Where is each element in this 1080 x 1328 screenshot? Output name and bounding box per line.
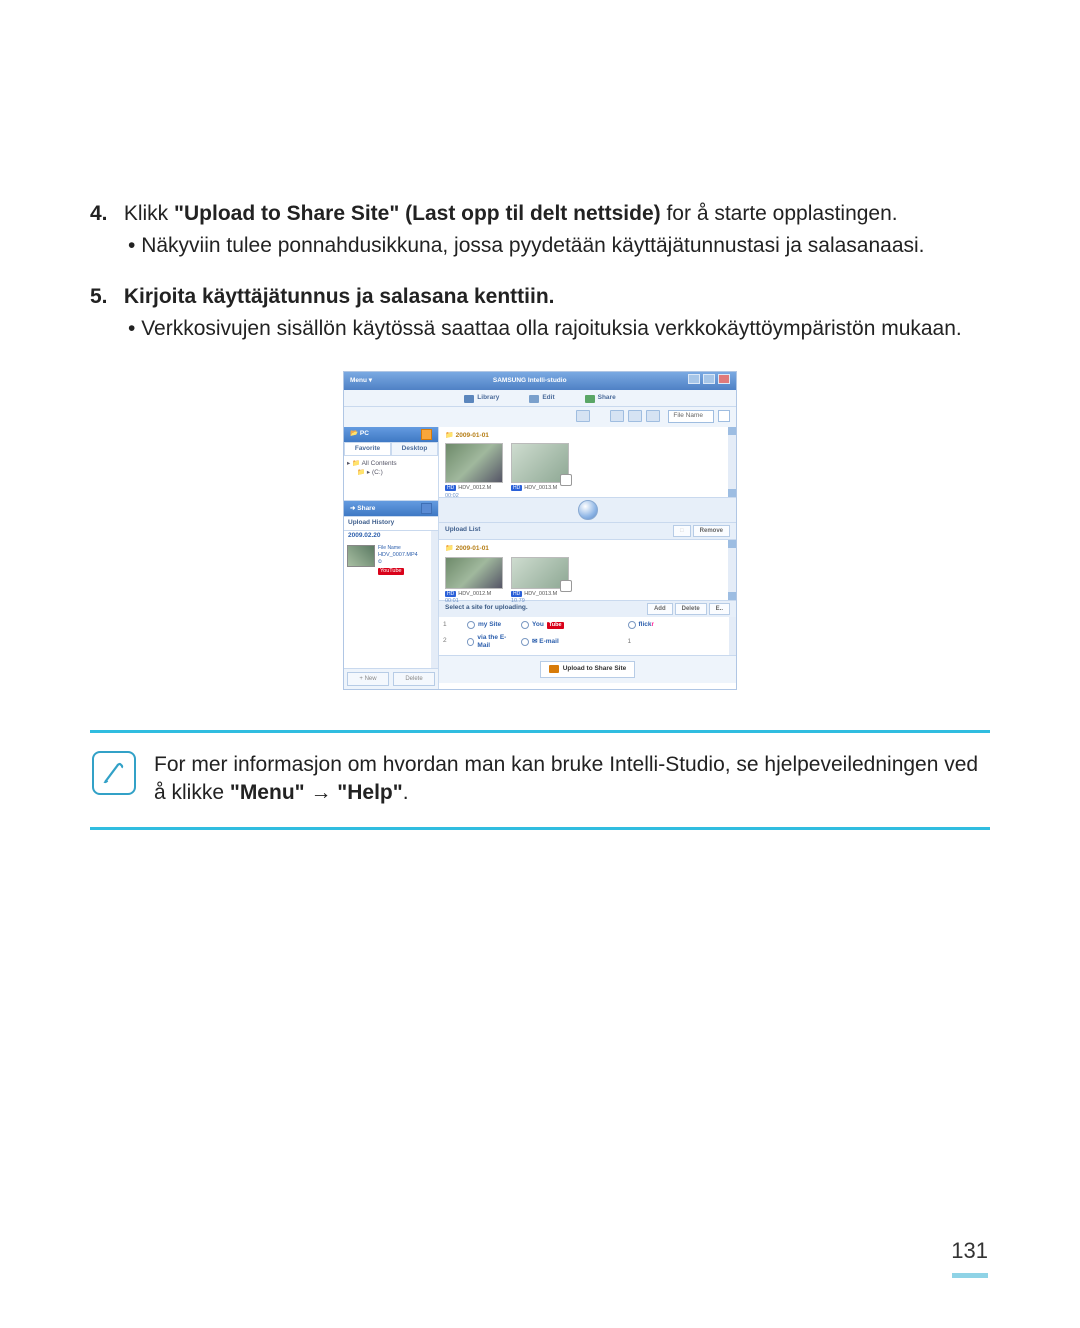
step-5-bullets: Verkkosivujen sisällön käytössä saattaa …	[90, 315, 990, 343]
site-radio-via-email[interactable]: via the E-Mail	[455, 634, 515, 652]
thumbnail[interactable]: HDHDV_0012.M 00:01	[445, 557, 503, 606]
thumbnail-icon	[347, 545, 375, 567]
titlebar: Menu ▾ SAMSUNG Intelli-studio	[344, 372, 736, 390]
step-4: 4. Klikk "Upload to Share Site" (Last op…	[90, 200, 990, 261]
step-5: 5. Kirjoita käyttäjätunnus ja salasana k…	[90, 283, 990, 344]
remove-button[interactable]: Remove	[693, 525, 730, 537]
library-icon	[464, 395, 474, 403]
step-body: Klikk "Upload to Share Site" (Last opp t…	[124, 202, 898, 225]
thumbnail[interactable]: HDHDV_0013.M 10.79	[511, 557, 569, 606]
upload-list: 2009-01-01 HDHDV_0012.M 00:01 HDHDV_0013…	[439, 540, 736, 600]
note-icon	[92, 751, 136, 795]
minimize-icon[interactable]	[688, 374, 700, 384]
delete-button[interactable]: Delete	[393, 672, 435, 686]
note-box: For mer informasjon om hvordan man kan b…	[90, 730, 990, 831]
folder-label: 2009-01-01	[445, 544, 730, 554]
upload-footer: Upload to Share Site	[439, 655, 736, 683]
collapse-icon[interactable]	[421, 503, 432, 514]
note-text: For mer informasjon om hvordan man kan b…	[154, 751, 990, 808]
upload-to-share-site-button[interactable]: Upload to Share Site	[540, 661, 636, 678]
site-options: 1 my Site YouTube flickr via the E-Mail …	[439, 617, 736, 655]
menu-dropdown[interactable]: Menu ▾	[350, 377, 372, 386]
maximize-icon[interactable]	[703, 374, 715, 384]
sidebar-share-header[interactable]: ➜ Share	[344, 501, 438, 516]
folder-tree[interactable]: ▸ 📁 All Contents 📁 ▸ (C:)	[344, 456, 438, 501]
thumbnail-image	[511, 557, 569, 589]
upload-history-title: Upload History	[344, 517, 438, 531]
upload-history-panel: Upload History 2009.02.20 File Name HDV_…	[344, 516, 438, 667]
app-screenshot: Menu ▾ SAMSUNG Intelli-studio Library Ed…	[343, 371, 737, 689]
sidebar-tab-desktop[interactable]: Desktop	[391, 442, 438, 457]
step-bold: "Upload to Share Site" (Last opp til del…	[174, 202, 661, 225]
site-radio-youtube[interactable]: YouTube	[521, 621, 622, 630]
site-radio-my-site[interactable]: my Site	[455, 621, 515, 630]
tab-share[interactable]: Share	[585, 394, 616, 403]
upload-icon	[549, 665, 559, 673]
instruction-steps: 4. Klikk "Upload to Share Site" (Last op…	[90, 200, 990, 343]
share-icon	[585, 395, 595, 403]
step-number: 4.	[90, 200, 118, 228]
collapse-icon[interactable]	[421, 429, 432, 440]
sidebar: 📂 PC Favorite Desktop ▸ 📁 All Contents 📁…	[344, 427, 439, 689]
bullet: Näkyviin tulee ponnahdusikkuna, jossa py…	[128, 232, 990, 260]
thumbnail-image	[511, 443, 569, 483]
tool-icon[interactable]	[646, 410, 660, 422]
scrollbar[interactable]	[728, 427, 736, 497]
site-radio-flickr[interactable]: flickr	[628, 621, 729, 630]
thumbnail-image	[445, 557, 503, 589]
youtube-badge: YouTube	[378, 568, 404, 575]
toolbar: File Name	[344, 407, 736, 427]
app-title: SAMSUNG Intelli-studio	[493, 377, 567, 386]
upload-list-header: Upload List □ Remove	[439, 523, 736, 540]
scrollbar[interactable]	[728, 540, 736, 600]
sidebar-tab-favorite[interactable]: Favorite	[344, 442, 391, 457]
share-round-button[interactable]	[578, 500, 598, 520]
scrollbar[interactable]	[729, 617, 736, 655]
share-panel-header	[439, 497, 736, 523]
history-date[interactable]: 2009.02.20	[344, 531, 438, 542]
chevron-down-icon[interactable]	[718, 410, 730, 422]
tool-icon[interactable]	[628, 410, 642, 422]
close-icon[interactable]	[718, 374, 730, 384]
sidebar-pc-header[interactable]: 📂 PC	[344, 427, 438, 442]
share-panel: Upload List □ Remove 2009-01-01 HDHDV_	[439, 497, 736, 683]
folder-label: 2009-01-01	[445, 431, 730, 441]
thumbnail-image	[445, 443, 503, 483]
page-number: 131	[951, 1238, 988, 1264]
thumbnail[interactable]: HDHDV_0012.M 00:02	[445, 443, 503, 500]
tab-library[interactable]: Library	[464, 394, 499, 403]
bullet: Verkkosivujen sisällön käytössä saattaa …	[128, 315, 990, 343]
mode-tabs: Library Edit Share	[344, 390, 736, 407]
tab-edit[interactable]: Edit	[529, 394, 554, 403]
main-panel: 2009-01-01 HDHDV_0012.M 00:02 HDHDV_0013…	[439, 427, 736, 689]
window-buttons	[687, 374, 730, 388]
scrollbar[interactable]	[431, 531, 438, 667]
step-bold: Kirjoita käyttäjätunnus ja salasana kent…	[124, 285, 555, 308]
sidebar-footer: + New Delete	[344, 668, 438, 689]
page-number-underline	[952, 1273, 988, 1278]
unknown-button[interactable]: □	[673, 525, 691, 537]
tool-icon[interactable]	[576, 410, 590, 422]
thumbnail[interactable]: HDHDV_0013.M	[511, 443, 569, 500]
step-number: 5.	[90, 283, 118, 311]
tool-icon[interactable]	[610, 410, 624, 422]
edit-icon	[529, 395, 539, 403]
site-radio-email[interactable]: ✉ E-mail	[521, 638, 622, 647]
step-4-bullets: Näkyviin tulee ponnahdusikkuna, jossa py…	[90, 232, 990, 260]
history-item[interactable]: File Name HDV_0007.MP4 ⏲ YouTube	[344, 542, 438, 579]
filename-field[interactable]: File Name	[668, 410, 714, 423]
gallery-panel: 2009-01-01 HDHDV_0012.M 00:02 HDHDV_0013…	[439, 427, 736, 497]
new-button[interactable]: + New	[347, 672, 389, 686]
